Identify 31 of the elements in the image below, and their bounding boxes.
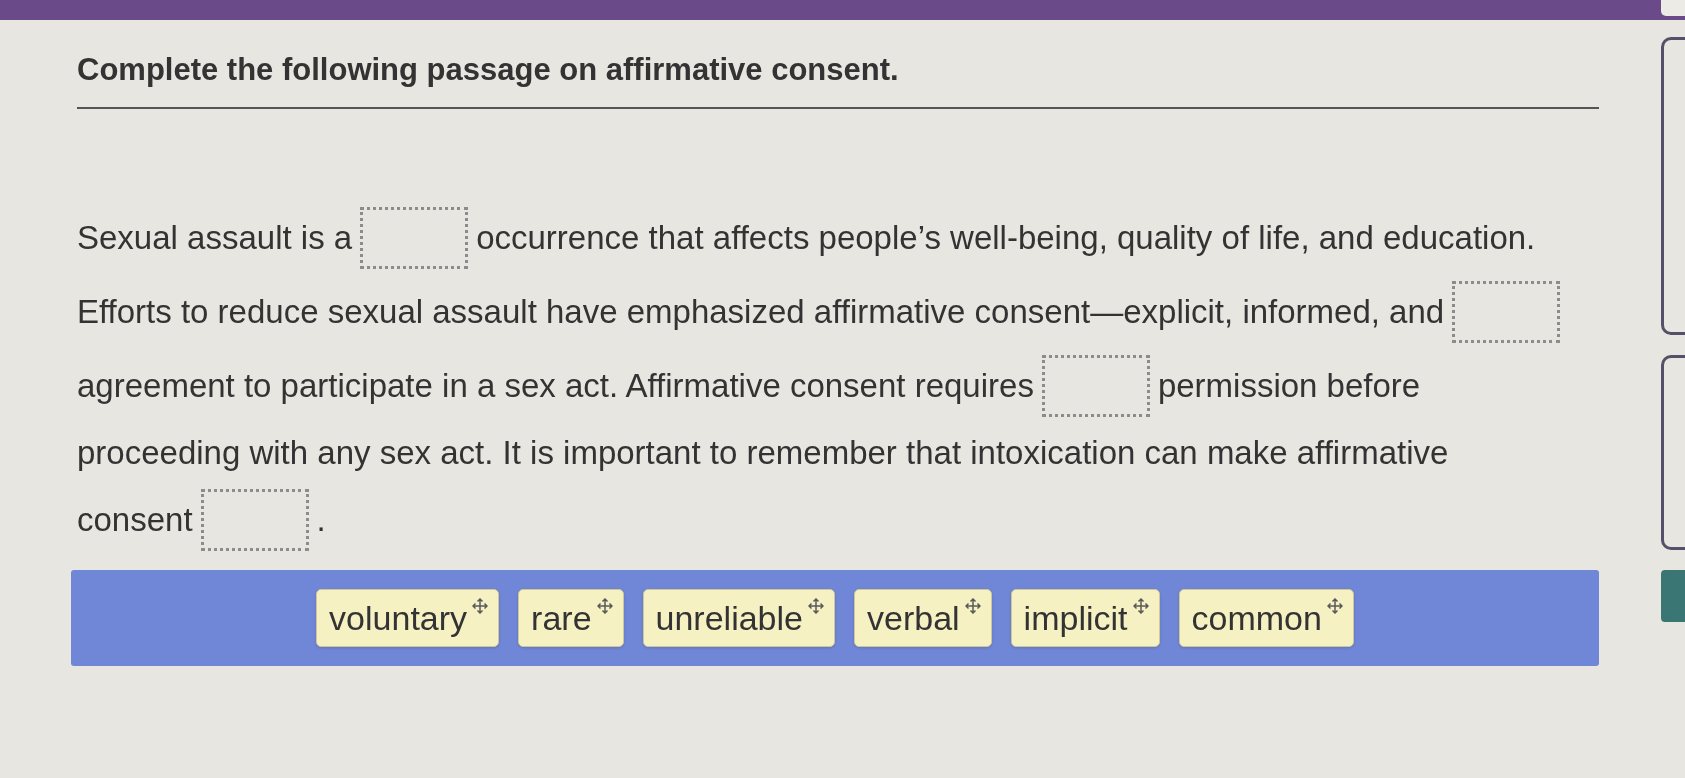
chip-label: rare — [531, 598, 592, 639]
question-title: Complete the following passage on affirmative consent. — [77, 52, 899, 88]
passage-text: permission before — [1157, 366, 1421, 407]
answer-chip[interactable]: implicit — [1010, 589, 1160, 647]
answer-box[interactable] — [200, 489, 309, 551]
answer-chip[interactable]: voluntary — [316, 589, 500, 647]
chip-label: common — [1191, 598, 1322, 639]
answer-chip[interactable]: unreliable — [642, 589, 835, 647]
move-icon[interactable] — [596, 598, 613, 614]
move-icon[interactable] — [808, 598, 824, 614]
answer-box[interactable] — [1452, 281, 1561, 343]
chip-label: voluntary — [329, 598, 468, 639]
passage-text: Efforts to reduce sexual assault have emphasized affirmative consent—explicit, informed, and — [77, 292, 1445, 333]
move-icon[interactable] — [964, 598, 981, 614]
chip-label: unreliable — [655, 598, 803, 639]
answer-box[interactable] — [360, 207, 469, 269]
passage-text: . — [316, 500, 326, 541]
chip-label: verbal — [867, 598, 960, 639]
passage-text: consent — [77, 500, 193, 541]
passage-text: agreement to participate in a sex act. Affirmative consent requires — [77, 366, 1034, 407]
move-icon[interactable] — [1132, 598, 1149, 614]
answer-chip[interactable]: rare — [518, 589, 624, 647]
passage-text: occurrence that affects people’s well-being, quality of life, and education. — [476, 218, 1536, 259]
chip-label: implicit — [1023, 598, 1128, 639]
answer-chip[interactable]: common — [1178, 589, 1354, 647]
move-icon[interactable] — [472, 598, 489, 614]
answer-chip[interactable]: verbal — [854, 589, 992, 647]
passage-text: proceeding with any sex act. It is important to remember that intoxication can make affirmative — [77, 433, 1449, 474]
answer-box[interactable] — [1041, 355, 1150, 417]
move-icon[interactable] — [1326, 598, 1343, 614]
passage-text: Sexual assault is a — [77, 218, 353, 259]
